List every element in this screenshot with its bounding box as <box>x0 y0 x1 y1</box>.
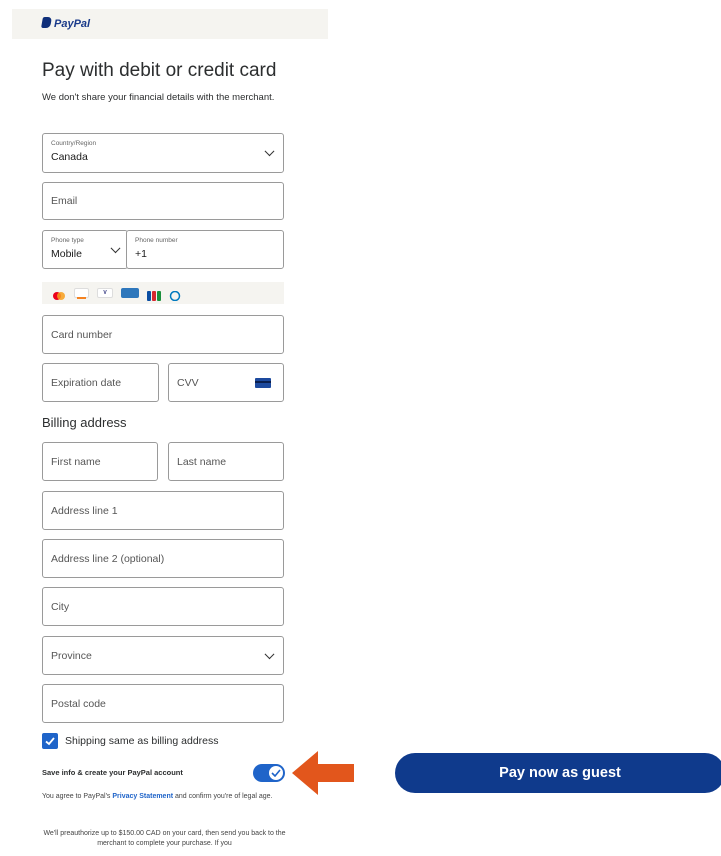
cvv-placeholder: CVV <box>177 376 199 389</box>
checkmark-icon <box>45 737 55 746</box>
agree-suffix: and confirm you're of legal age. <box>175 793 273 800</box>
country-label: Country/Region <box>51 140 97 147</box>
expiration-field[interactable]: Expiration date <box>42 363 159 402</box>
postal-code-field[interactable]: Postal code <box>42 684 284 723</box>
address-line-1-placeholder: Address line 1 <box>51 504 118 517</box>
address-line-1-field[interactable]: Address line 1 <box>42 491 284 530</box>
cvv-field[interactable]: CVV <box>168 363 284 402</box>
postal-code-placeholder: Postal code <box>51 697 106 710</box>
first-name-field[interactable]: First name <box>42 442 158 481</box>
card-number-placeholder: Card number <box>51 328 113 341</box>
page-title: Pay with debit or credit card <box>42 60 277 81</box>
paypal-logo: PayPal <box>41 17 91 30</box>
privacy-agreement: You agree to PayPal's Privacy Statement … <box>42 792 287 802</box>
phone-number-field[interactable]: Phone number +1 <box>126 230 284 269</box>
city-placeholder: City <box>51 600 70 613</box>
save-info-label: Save info & create your PayPal account <box>42 768 183 777</box>
preauth-notice: We'll preauthorize up to $150.00 CAD on … <box>43 830 286 847</box>
annotation-arrow-icon <box>292 751 354 795</box>
toggle-knob <box>269 766 283 780</box>
email-field[interactable]: Email <box>42 182 284 220</box>
header-bar: PayPal <box>12 9 328 39</box>
phone-type-select[interactable]: Phone type Mobile <box>42 230 128 269</box>
email-placeholder: Email <box>51 195 78 207</box>
card-brands: V <box>42 282 284 304</box>
visa-icon: V <box>97 288 113 298</box>
amex-icon <box>121 288 139 298</box>
page-subtitle: We don't share your financial details wi… <box>42 92 275 103</box>
diners-icon <box>169 288 181 302</box>
checkmark-icon <box>271 769 281 777</box>
first-name-placeholder: First name <box>51 455 101 468</box>
country-value: Canada <box>51 151 88 163</box>
country-select[interactable]: Country/Region Canada <box>42 133 284 173</box>
privacy-statement-link[interactable]: Privacy Statement <box>112 793 173 800</box>
city-field[interactable]: City <box>42 587 284 626</box>
phone-type-value: Mobile <box>51 248 82 260</box>
province-select[interactable]: Province <box>42 636 284 675</box>
phone-number-label: Phone number <box>135 237 178 244</box>
jcb-icon <box>147 288 161 301</box>
billing-heading: Billing address <box>42 415 127 430</box>
address-line-2-field[interactable]: Address line 2 (optional) <box>42 539 284 578</box>
chevron-down-icon <box>110 242 121 253</box>
agree-prefix: You agree to PayPal's <box>42 793 111 800</box>
mastercard-icon <box>52 288 66 300</box>
logo-text: PayPal <box>54 18 91 30</box>
pay-now-as-guest-button[interactable]: Pay now as guest <box>395 753 721 793</box>
expiration-placeholder: Expiration date <box>51 376 122 389</box>
discover-icon <box>74 288 89 299</box>
phone-number-value: +1 <box>135 248 147 260</box>
phone-type-label: Phone type <box>51 237 84 244</box>
address-line-2-placeholder: Address line 2 (optional) <box>51 552 165 565</box>
save-info-toggle[interactable] <box>253 764 285 782</box>
shipping-same-checkbox[interactable] <box>42 733 58 749</box>
paypal-logo-icon <box>41 17 52 28</box>
card-cvv-icon <box>255 377 271 388</box>
chevron-down-icon <box>264 648 275 659</box>
province-placeholder: Province <box>51 649 92 662</box>
card-number-field[interactable]: Card number <box>42 315 284 354</box>
shipping-same-label: Shipping same as billing address <box>65 735 219 747</box>
last-name-field[interactable]: Last name <box>168 442 284 481</box>
chevron-down-icon <box>264 146 275 157</box>
last-name-placeholder: Last name <box>177 455 227 468</box>
